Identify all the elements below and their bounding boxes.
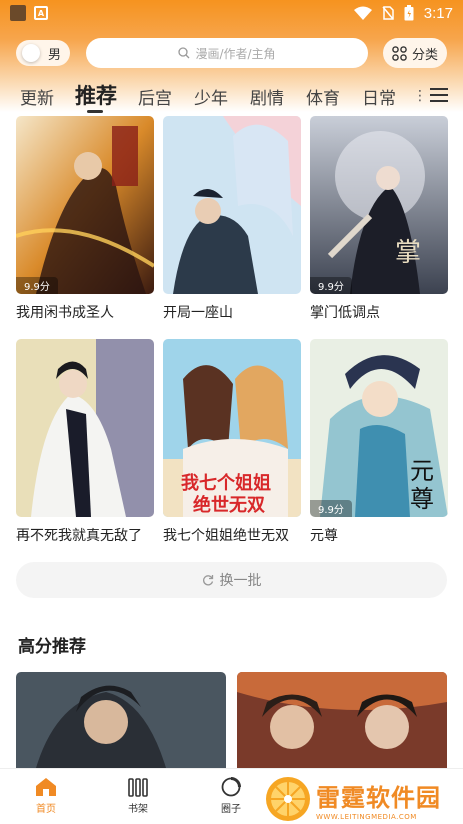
tab-daily[interactable]: 日常 [362,84,396,109]
tab-recommend[interactable]: 推荐 [75,80,117,110]
comic-cover[interactable] [163,116,301,294]
nav-circle[interactable]: 圈子 [206,777,256,815]
svg-text:绝世无双: 绝世无双 [193,494,265,516]
category-label: 分类 [411,47,438,63]
active-tab-indicator [87,110,103,113]
category-button[interactable]: 分类 [383,38,447,68]
nav-bookshelf-label: 书架 [128,804,148,815]
refresh-label: 换一批 [219,573,262,589]
gender-label: 男 [48,47,62,63]
wifi-icon [353,6,372,20]
app-notification-icon [10,5,26,21]
watermark-url: WWW.LEITINGMEDIA.COM [316,812,417,821]
no-sim-icon [382,6,394,20]
comic-card[interactable]: 掌 9.9分 掌门低调点 [310,116,448,322]
toggle-knob [22,44,40,62]
comic-title: 我用闲书成圣人 [16,305,114,321]
watermark: 雷霆软件园 WWW.LEITINGMEDIA.COM [264,774,463,824]
search-input[interactable]: 漫画/作者/主角 [86,38,368,68]
battery-icon [404,5,414,21]
circle-icon [221,777,241,797]
svg-text:掌: 掌 [395,238,421,268]
tab-sports[interactable]: 体育 [306,84,340,109]
comic-title: 再不死我就真无敌了 [16,528,142,544]
score-badge: 9.9分 [16,277,58,294]
comic-card[interactable]: 再不死我就真无敌了 [16,339,154,545]
score-badge: 9.9分 [310,277,352,294]
category-grid-icon [392,45,407,61]
high-score-comic-cover[interactable] [237,672,447,768]
clock: 3:17 [423,4,453,22]
svg-text:元: 元 [410,457,434,485]
comic-title: 我七个姐姐绝世无双 [163,528,289,544]
comic-cover[interactable]: 掌 9.9分 [310,116,448,294]
comic-card[interactable]: 开局一座山 [163,116,301,322]
tab-harem[interactable]: 后宫 [138,84,172,109]
search-icon [178,47,190,59]
category-tabs: 更新 推荐 后宫 少年 剧情 体育 日常 ⋮ [0,78,463,114]
tab-overflow-dots: ⋮ [413,88,427,104]
tab-update[interactable]: 更新 [20,84,54,109]
nav-bookshelf[interactable]: 书架 [113,777,163,815]
nav-circle-label: 圈子 [221,804,241,815]
high-score-comic-cover[interactable] [16,672,226,768]
gender-toggle[interactable]: 男 [16,40,70,66]
menu-icon[interactable] [430,87,448,103]
refresh-icon [202,575,213,586]
comic-cover[interactable]: 元 尊 9.9分 [310,339,448,517]
comic-card[interactable]: 我七个姐姐 绝世无双 我七个姐姐绝世无双 [163,339,301,545]
search-placeholder: 漫画/作者/主角 [195,46,276,61]
comic-cover[interactable]: 我七个姐姐 绝世无双 [163,339,301,517]
watermark-main-text: 雷霆软件园 [316,783,441,812]
comic-title: 开局一座山 [163,305,233,321]
tab-story[interactable]: 剧情 [250,84,284,109]
comic-card[interactable]: 元 尊 9.9分 元尊 [310,339,448,545]
comic-cover[interactable]: 9.9分 [16,116,154,294]
watermark-logo [266,777,310,821]
status-bar: A 3:17 [0,0,463,26]
bookshelf-icon [128,778,148,797]
a-notification-icon: A [34,6,48,20]
comic-card[interactable]: 9.9分 我用闲书成圣人 [16,116,154,322]
refresh-batch-button[interactable]: 换一批 [16,562,447,598]
section-title: 高分推荐 [18,637,86,657]
comic-cover[interactable] [16,339,154,517]
comic-title: 掌门低调点 [310,305,380,321]
score-badge: 9.9分 [310,500,352,517]
comic-title: 元尊 [310,528,338,544]
tab-shounen[interactable]: 少年 [194,84,228,109]
home-icon [36,778,56,796]
svg-text:尊: 尊 [410,485,434,513]
nav-home[interactable]: 首页 [21,777,71,815]
svg-text:我七个姐姐: 我七个姐姐 [181,472,271,494]
nav-home-label: 首页 [36,804,56,815]
